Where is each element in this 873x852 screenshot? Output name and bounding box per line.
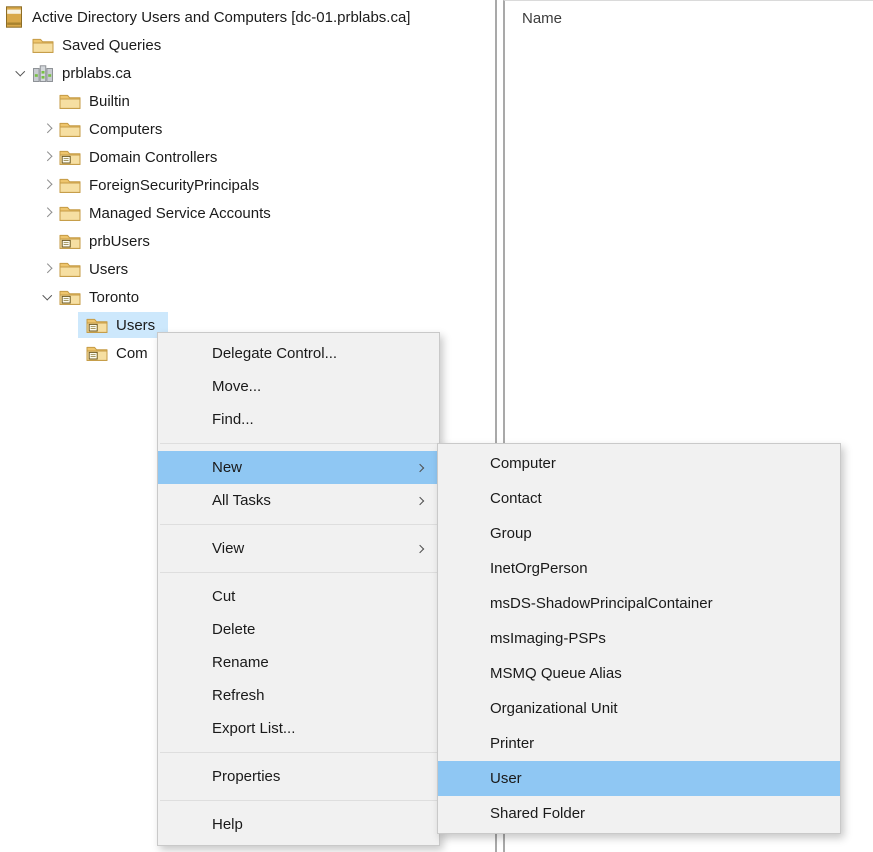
- menu-item-properties[interactable]: Properties: [158, 760, 439, 793]
- tree-item-label: ForeignSecurityPrincipals: [89, 177, 259, 194]
- tree-selection-highlight: Users: [78, 312, 168, 338]
- ou-folder-icon: [59, 149, 81, 166]
- menu-item-delegate-control[interactable]: Delegate Control...: [158, 337, 439, 370]
- chevron-down-icon[interactable]: [15, 67, 24, 76]
- submenu-item-user[interactable]: User: [438, 761, 840, 796]
- menu-separator: [160, 752, 437, 753]
- tree-item-label: Toronto: [89, 289, 139, 306]
- menu-item-cut[interactable]: Cut: [158, 580, 439, 613]
- submenu-item-msimaging-psps[interactable]: msImaging-PSPs: [438, 621, 840, 656]
- menu-item-all-tasks[interactable]: All Tasks: [158, 484, 439, 517]
- submenu-item-msds-shadowprincipalcontainer[interactable]: msDS-ShadowPrincipalContainer: [438, 586, 840, 621]
- submenu-item-printer[interactable]: Printer: [438, 726, 840, 761]
- menu-separator: [160, 443, 437, 444]
- tree-item-aduc-root[interactable]: Active Directory Users and Computers [dc…: [0, 3, 495, 31]
- folder-icon: [59, 261, 81, 278]
- tree-item-label: Users: [116, 317, 155, 334]
- folder-icon: [32, 37, 54, 54]
- tree-item-label: Computers: [89, 121, 162, 138]
- context-menu: Delegate Control... Move... Find... New …: [157, 332, 440, 846]
- tree-item-managed-service-accounts[interactable]: Managed Service Accounts: [0, 199, 495, 227]
- folder-icon: [59, 205, 81, 222]
- menu-item-move[interactable]: Move...: [158, 370, 439, 403]
- ou-folder-icon: [86, 317, 108, 334]
- tree-item-saved-queries[interactable]: Saved Queries: [0, 31, 495, 59]
- aduc-window: Active Directory Users and Computers [dc…: [0, 0, 873, 852]
- chevron-right-icon[interactable]: [42, 152, 51, 161]
- folder-icon: [59, 121, 81, 138]
- menu-item-refresh[interactable]: Refresh: [158, 679, 439, 712]
- tree-item-prblabs-ca[interactable]: prblabs.ca: [0, 59, 495, 87]
- submenu-item-contact[interactable]: Contact: [438, 481, 840, 516]
- submenu-arrow-icon: [416, 463, 424, 471]
- menu-item-new[interactable]: New: [158, 451, 439, 484]
- submenu-arrow-icon: [416, 496, 424, 504]
- menu-item-help[interactable]: Help: [158, 808, 439, 841]
- tree-item-label: Builtin: [89, 93, 130, 110]
- tree-item-domain-controllers[interactable]: Domain Controllers: [0, 143, 495, 171]
- tree-item-label: prblabs.ca: [62, 65, 131, 82]
- menu-item-delete[interactable]: Delete: [158, 613, 439, 646]
- ou-folder-icon: [86, 345, 108, 362]
- submenu-item-inetorgperson[interactable]: InetOrgPerson: [438, 551, 840, 586]
- column-header-name[interactable]: Name: [505, 1, 873, 27]
- ou-folder-icon: [59, 289, 81, 306]
- chevron-right-icon[interactable]: [42, 180, 51, 189]
- submenu-item-shared-folder[interactable]: Shared Folder: [438, 796, 840, 831]
- menu-separator: [160, 524, 437, 525]
- menu-item-rename[interactable]: Rename: [158, 646, 439, 679]
- menu-item-view[interactable]: View: [158, 532, 439, 565]
- tree-item-label: Active Directory Users and Computers [dc…: [32, 9, 410, 26]
- tree-item-label: prbUsers: [89, 233, 150, 250]
- menu-item-find[interactable]: Find...: [158, 403, 439, 436]
- submenu-arrow-icon: [416, 544, 424, 552]
- tree-item-builtin[interactable]: Builtin: [0, 87, 495, 115]
- menu-item-export-list[interactable]: Export List...: [158, 712, 439, 745]
- folder-icon: [59, 93, 81, 110]
- menu-separator: [160, 572, 437, 573]
- submenu-item-organizational-unit[interactable]: Organizational Unit: [438, 691, 840, 726]
- folder-icon: [59, 177, 81, 194]
- tree-item-label: Managed Service Accounts: [89, 205, 271, 222]
- chevron-right-icon[interactable]: [42, 208, 51, 217]
- submenu-item-computer[interactable]: Computer: [438, 446, 840, 481]
- tree-item-computers[interactable]: Computers: [0, 115, 495, 143]
- tree-item-label: Users: [89, 261, 128, 278]
- tree-item-toronto[interactable]: Toronto: [0, 283, 495, 311]
- submenu-item-msmq-queue-alias[interactable]: MSMQ Queue Alias: [438, 656, 840, 691]
- tree-item-prbusers[interactable]: prbUsers: [0, 227, 495, 255]
- chevron-right-icon[interactable]: [42, 124, 51, 133]
- menu-separator: [160, 800, 437, 801]
- tree-item-foreignsecurityprincipals[interactable]: ForeignSecurityPrincipals: [0, 171, 495, 199]
- tree-item-label: Com: [116, 345, 148, 362]
- chevron-down-icon[interactable]: [42, 291, 51, 300]
- aduc-root-icon: [4, 6, 24, 28]
- tree-item-users[interactable]: Users: [0, 255, 495, 283]
- tree-item-label: Domain Controllers: [89, 149, 217, 166]
- new-submenu: Computer Contact Group InetOrgPerson msD…: [437, 443, 841, 834]
- chevron-right-icon[interactable]: [42, 264, 51, 273]
- domain-icon: [32, 65, 54, 82]
- tree-item-label: Saved Queries: [62, 37, 161, 54]
- ou-folder-icon: [59, 233, 81, 250]
- submenu-item-group[interactable]: Group: [438, 516, 840, 551]
